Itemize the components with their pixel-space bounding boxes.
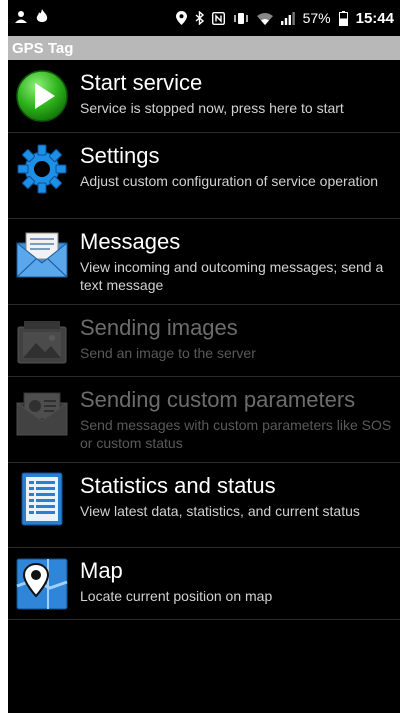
envelope-icon — [14, 227, 70, 283]
status-bar-left — [14, 9, 48, 27]
menu-item-title: Settings — [80, 143, 160, 168]
menu-item-text: Settings Adjust custom configuration of … — [80, 139, 396, 190]
menu-item-sending-custom-parameters[interactable]: Sending custom parameters Send messages … — [8, 377, 400, 463]
vibrate-icon — [233, 12, 249, 25]
play-icon — [14, 68, 70, 124]
menu-item-title: Messages — [80, 229, 181, 254]
menu-item-description: Adjust custom configuration of service o… — [80, 173, 379, 189]
status-time: 15:44 — [355, 9, 394, 27]
bluetooth-icon — [195, 11, 204, 25]
menu-item-description: Send messages with custom parameters lik… — [80, 417, 392, 451]
menu-item-text: Sending images Send an image to the serv… — [80, 311, 396, 362]
statistics-icon — [14, 471, 70, 527]
menu-item-title: Map — [80, 558, 123, 583]
menu-item-statistics-and-status[interactable]: Statistics and status View latest data, … — [8, 463, 400, 548]
custom-params-icon — [14, 385, 70, 441]
menu-item-description: Locate current position on map — [80, 588, 273, 604]
location-pin-icon — [175, 11, 187, 25]
menu-item-title: Statistics and status — [80, 473, 276, 498]
menu-item-title: Start service — [80, 70, 203, 95]
menu-item-description: View latest data, statistics, and curren… — [80, 503, 360, 519]
menu-item-description: Service is stopped now, press here to st… — [80, 100, 344, 116]
gear-icon — [14, 141, 70, 197]
menu-item-title: Sending images — [80, 315, 238, 340]
menu-item-map[interactable]: Map Locate current position on map — [8, 548, 400, 620]
nfc-icon — [211, 11, 225, 25]
signal-icon — [280, 11, 295, 25]
app-screen: 57% 15:44 GPS Tag Start service Service … — [8, 0, 400, 713]
main-menu-list: Start service Service is stopped now, pr… — [8, 60, 400, 620]
menu-item-messages[interactable]: Messages View incoming and outcoming mes… — [8, 219, 400, 305]
menu-item-text: Start service Service is stopped now, pr… — [80, 66, 396, 117]
status-bar: 57% 15:44 — [8, 0, 400, 36]
wifi-icon — [256, 12, 273, 25]
menu-item-text: Statistics and status View latest data, … — [80, 469, 396, 520]
menu-item-description: View incoming and outcoming messages; se… — [80, 259, 384, 293]
menu-item-sending-images[interactable]: Sending images Send an image to the serv… — [8, 305, 400, 377]
menu-item-description: Send an image to the server — [80, 345, 256, 361]
map-icon — [14, 556, 70, 612]
app-title: GPS Tag — [12, 39, 74, 57]
menu-item-start-service[interactable]: Start service Service is stopped now, pr… — [8, 60, 400, 133]
fire-icon — [36, 9, 48, 27]
app-title-bar: GPS Tag — [8, 36, 400, 60]
status-bar-right: 57% 15:44 — [175, 9, 394, 27]
menu-item-text: Map Locate current position on map — [80, 554, 396, 605]
image-icon — [14, 313, 70, 369]
menu-item-title: Sending custom parameters — [80, 387, 356, 412]
notification-icon — [14, 10, 28, 27]
menu-item-text: Sending custom parameters Send messages … — [80, 383, 396, 452]
menu-item-text: Messages View incoming and outcoming mes… — [80, 225, 396, 294]
battery-icon — [338, 10, 348, 26]
battery-percentage: 57% — [302, 10, 331, 26]
menu-item-settings[interactable]: Settings Adjust custom configuration of … — [8, 133, 400, 219]
